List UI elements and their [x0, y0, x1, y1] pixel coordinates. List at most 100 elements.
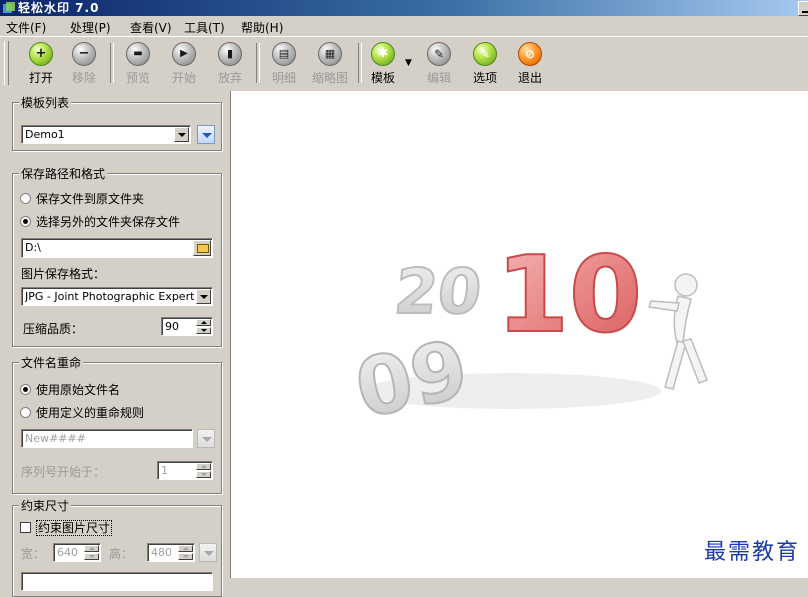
- window-title: 轻松水印 7.0: [18, 1, 100, 15]
- remove-button[interactable]: − 移除: [63, 41, 105, 89]
- height-value: 480: [151, 546, 172, 559]
- edit-label: 编辑: [426, 71, 451, 85]
- stepper-up-icon[interactable]: [196, 319, 211, 326]
- graphic-text-10: 10: [496, 234, 642, 356]
- stepper-buttons: [84, 545, 99, 560]
- template-list-group: 模板列表 Demo1: [12, 94, 222, 151]
- save-path-title: 保存路径和格式: [19, 165, 108, 182]
- pencil-icon: ✎: [427, 42, 451, 66]
- rename-pattern-value: New####: [25, 432, 86, 445]
- template-label: 模板: [370, 71, 395, 85]
- format-select[interactable]: JPG - Joint Photographic Experts Group: [21, 287, 213, 306]
- graphic-text-09: 09: [348, 322, 476, 436]
- size-group: 约束尺寸 约束图片尺寸 宽： 640 高： 480: [12, 497, 222, 597]
- toolbar-separator: [110, 43, 114, 83]
- size-title: 约束尺寸: [19, 497, 72, 514]
- preview-icon: ▬: [126, 42, 150, 66]
- thumbnail-icon: ▦: [318, 42, 342, 66]
- rename-original-label: 使用原始文件名: [36, 383, 121, 397]
- rename-custom-radio[interactable]: 使用定义的重命规则: [20, 404, 144, 421]
- app-icon: [3, 2, 15, 13]
- rename-pattern-input[interactable]: New####: [21, 429, 193, 448]
- radio-checked-icon: [20, 384, 31, 395]
- detail-button[interactable]: ▤ 明细: [263, 41, 305, 89]
- menu-view[interactable]: 查看(V): [130, 19, 172, 36]
- stepper-buttons: [178, 545, 193, 560]
- stepper-up-icon[interactable]: [196, 463, 211, 470]
- document-icon: ▤: [272, 42, 296, 66]
- toolbar-grip[interactable]: [4, 41, 9, 85]
- size-extra-field[interactable]: [21, 572, 213, 591]
- save-other-radio[interactable]: 选择另外的文件夹保存文件: [20, 213, 180, 230]
- quality-label: 压缩品质：: [23, 322, 84, 336]
- chevron-down-icon[interactable]: [174, 127, 189, 142]
- options-button[interactable]: ✎ 选项: [464, 41, 506, 89]
- menu-tools[interactable]: 工具(T): [184, 19, 225, 36]
- exit-label: 退出: [517, 71, 542, 85]
- menu-help[interactable]: 帮助(H): [241, 19, 283, 36]
- toolbar: + 打开 − 移除 ▬ 预览 ▶ 开始 ▮ 放弃 ▤ 明细 ▦ 缩略图 ✱ 模板…: [0, 36, 808, 92]
- settings-panel: 模板列表 Demo1 保存路径和格式 保存文件到原文件夹 选择另外的文件夹保存文…: [0, 91, 231, 597]
- radio-checked-icon: [20, 216, 31, 227]
- template-select-value: Demo1: [25, 128, 65, 141]
- graphic-text-20: 20: [391, 255, 485, 328]
- sequence-start-stepper[interactable]: 1: [157, 461, 213, 480]
- template-button[interactable]: ✱ 模板: [362, 41, 404, 89]
- stepper-buttons: [196, 463, 211, 478]
- size-menu-button[interactable]: [199, 543, 217, 562]
- save-original-radio[interactable]: 保存文件到原文件夹: [20, 190, 144, 207]
- start-button[interactable]: ▶ 开始: [163, 41, 205, 89]
- abort-label: 放弃: [217, 71, 242, 85]
- template-menu-button[interactable]: [197, 125, 215, 144]
- quality-value: 90: [165, 320, 179, 333]
- stepper-buttons: [196, 319, 211, 334]
- title-bar: 轻松水印 7.0: [0, 0, 808, 16]
- options-label: 选项: [472, 71, 497, 85]
- sequence-start-value: 1: [161, 464, 168, 477]
- save-path-group: 保存路径和格式 保存文件到原文件夹 选择另外的文件夹保存文件 D:\ 图片保存格…: [12, 165, 222, 347]
- radio-icon: [20, 407, 31, 418]
- chevron-down-icon[interactable]: [196, 289, 211, 304]
- abort-button[interactable]: ▮ 放弃: [209, 41, 251, 89]
- template-dropdown-icon[interactable]: ▼: [405, 58, 412, 68]
- puzzle-icon: ✱: [371, 42, 395, 66]
- template-select[interactable]: Demo1: [21, 125, 191, 144]
- constrain-size-label: 约束图片尺寸: [36, 520, 113, 536]
- folder-icon[interactable]: [193, 240, 211, 256]
- quality-stepper[interactable]: 90: [161, 317, 213, 336]
- height-stepper[interactable]: 480: [147, 543, 195, 562]
- menu-process[interactable]: 处理(P): [70, 19, 111, 36]
- rename-group: 文件名重命 使用原始文件名 使用定义的重命规则 New#### 序列号开始于： …: [12, 354, 222, 494]
- rename-original-radio[interactable]: 使用原始文件名: [20, 381, 120, 398]
- image-preview-area[interactable]: 20 10 09 最需教育: [231, 91, 808, 578]
- save-original-label: 保存文件到原文件夹: [36, 192, 145, 206]
- width-value: 640: [57, 546, 78, 559]
- stepper-down-icon[interactable]: [84, 553, 99, 560]
- exit-button[interactable]: ⊘ 退出: [509, 41, 551, 89]
- height-label: 高：: [109, 547, 134, 561]
- stepper-up-icon[interactable]: [84, 545, 99, 552]
- watermark-text: 最需教育: [703, 540, 800, 565]
- play-icon: ▶: [172, 42, 196, 66]
- save-path-input[interactable]: D:\: [21, 238, 213, 258]
- constrain-size-checkbox[interactable]: 约束图片尺寸: [20, 519, 113, 536]
- minus-icon: −: [72, 42, 96, 66]
- preview-button[interactable]: ▬ 预览: [117, 41, 159, 89]
- minimize-button[interactable]: [798, 1, 808, 16]
- menu-file[interactable]: 文件(F): [6, 19, 46, 36]
- stop-icon: ▮: [218, 42, 242, 66]
- edit-button[interactable]: ✎ 编辑: [418, 41, 460, 89]
- save-path-value: D:\: [25, 241, 41, 254]
- sequence-start-label: 序列号开始于：: [21, 465, 106, 479]
- stepper-down-icon[interactable]: [196, 327, 211, 334]
- rename-pattern-menu-button[interactable]: [197, 429, 215, 448]
- checkbox-icon: [20, 522, 31, 533]
- stepper-up-icon[interactable]: [178, 545, 193, 552]
- width-stepper[interactable]: 640: [53, 543, 101, 562]
- thumbnail-button[interactable]: ▦ 缩略图: [309, 41, 351, 89]
- thumbnail-label: 缩略图: [311, 71, 348, 85]
- stepper-down-icon[interactable]: [196, 471, 211, 478]
- stepper-down-icon[interactable]: [178, 553, 193, 560]
- menu-bar: 文件(F) 处理(P) 查看(V) 工具(T) 帮助(H): [0, 16, 808, 36]
- open-button[interactable]: + 打开: [20, 41, 62, 89]
